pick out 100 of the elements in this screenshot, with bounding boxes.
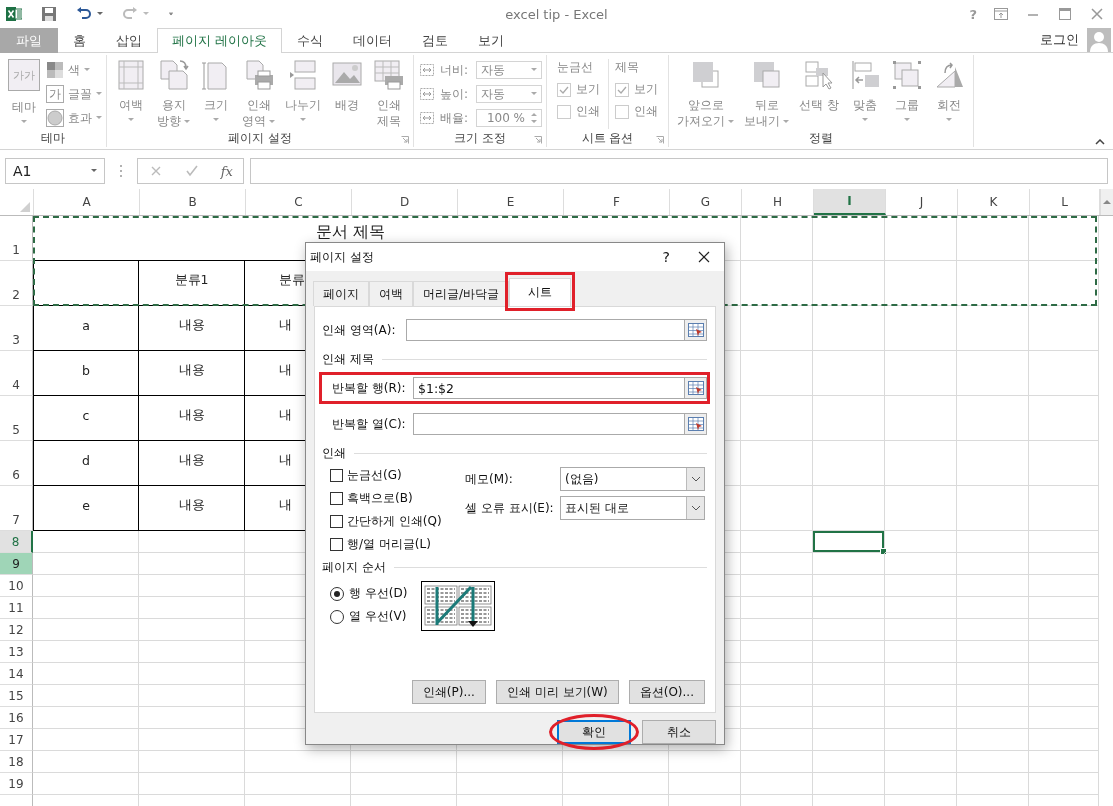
ribbon-button[interactable]: 가 글꼴	[46, 84, 102, 104]
scroll-up-icon[interactable]	[1103, 199, 1111, 204]
ribbon-button[interactable]: 인쇄 제목	[369, 59, 409, 129]
ribbon-button[interactable]: 회전	[928, 59, 969, 129]
range-select-button[interactable]	[685, 377, 707, 399]
launcher-icon[interactable]	[401, 136, 409, 144]
row-header[interactable]: 6	[0, 441, 33, 486]
insert-function-button[interactable]: fx	[220, 163, 233, 179]
dialog-button[interactable]: 인쇄 미리 보기(W)	[495, 680, 619, 704]
column-header[interactable]: B	[140, 189, 246, 215]
dialog-tab[interactable]: 페이지	[313, 281, 369, 306]
dialog-button[interactable]: 확인	[557, 720, 631, 744]
ribbon-button[interactable]: 그룹	[886, 59, 927, 129]
row-header[interactable]: 15	[0, 685, 33, 707]
dialog-button[interactable]: 인쇄(P)...	[411, 680, 486, 704]
ribbon-button[interactable]: 맞춤	[844, 59, 885, 129]
range-select-button[interactable]	[685, 413, 707, 435]
redo-icon[interactable]	[122, 6, 138, 22]
row-header[interactable]: 16	[0, 707, 33, 729]
scrollbar[interactable]	[1100, 189, 1113, 215]
ribbon-tab[interactable]: 데이터	[338, 28, 407, 53]
ribbon-button[interactable]: 가가 테마	[4, 59, 44, 129]
checkbox[interactable]: 보기	[615, 81, 658, 98]
row-header[interactable]: 9	[0, 553, 33, 575]
column-header[interactable]: A	[34, 189, 140, 215]
caret-icon[interactable]	[97, 12, 103, 16]
input-field[interactable]	[413, 413, 685, 435]
dropdown-field[interactable]: 자동	[476, 85, 542, 103]
column-header[interactable]: I	[814, 189, 886, 215]
radio-button[interactable]: 열 우선(V)	[330, 608, 408, 625]
ribbon-button[interactable]: 인쇄 영역	[238, 59, 279, 129]
ribbon-tab[interactable]: 검토	[407, 28, 463, 53]
row-header[interactable]: 18	[0, 751, 33, 773]
close-icon[interactable]	[698, 251, 710, 263]
row-header[interactable]: 12	[0, 619, 33, 641]
check-icon[interactable]	[184, 163, 201, 179]
dialog-tab[interactable]: 시트	[509, 278, 572, 306]
spinner-icon[interactable]	[531, 112, 537, 124]
ribbon-display-icon[interactable]	[993, 6, 1009, 22]
launcher-icon[interactable]	[534, 136, 542, 144]
ribbon-tab[interactable]: 수식	[282, 28, 338, 53]
dropdown-field[interactable]: 100 %	[476, 109, 542, 127]
range-select-button[interactable]	[685, 319, 707, 341]
ribbon-button[interactable]: 선택 창	[795, 59, 843, 129]
select-all-icon[interactable]	[20, 202, 30, 212]
row-header[interactable]: 14	[0, 663, 33, 685]
row-header[interactable]: 13	[0, 641, 33, 663]
ribbon-button[interactable]: 나누기	[281, 59, 325, 129]
row-header[interactable]: 17	[0, 729, 33, 751]
row-header[interactable]: 10	[0, 575, 33, 597]
ribbon-tab[interactable]: 홈	[58, 28, 101, 53]
checkbox[interactable]: 인쇄	[557, 103, 600, 120]
dialog-button[interactable]: 옵션(O)...	[628, 680, 705, 704]
row-header[interactable]: 2	[0, 261, 33, 306]
input-field[interactable]	[406, 319, 685, 341]
column-header[interactable]: J	[886, 189, 958, 215]
checkbox[interactable]: 보기	[557, 81, 600, 98]
customize-menu-icon[interactable]	[168, 12, 174, 16]
row-header[interactable]: 19	[0, 773, 33, 795]
save-icon[interactable]	[41, 6, 57, 22]
maximize-icon[interactable]	[1057, 6, 1073, 22]
radio-button[interactable]: 행 우선(D)	[330, 585, 408, 602]
column-header[interactable]: E	[458, 189, 564, 215]
input-field[interactable]: $1:$2	[413, 377, 685, 399]
undo-icon[interactable]	[76, 6, 92, 22]
fill-handle[interactable]	[880, 548, 887, 555]
chevron-down-icon[interactable]	[686, 468, 704, 490]
ribbon-button[interactable]: 여백	[111, 59, 151, 129]
dropdown[interactable]: 표시된 대로	[560, 496, 705, 520]
ribbon-button[interactable]: 앞으로 가져오기	[673, 59, 738, 129]
column-header[interactable]: K	[958, 189, 1030, 215]
chevron-down-icon[interactable]	[686, 497, 704, 519]
ribbon-button[interactable]: 뒤로 보내기	[740, 59, 793, 129]
dialog-tab[interactable]: 여백	[369, 281, 413, 306]
dialog-tab[interactable]: 머리글/바닥글	[413, 281, 510, 306]
collapse-ribbon-icon[interactable]	[1095, 139, 1105, 145]
avatar-icon[interactable]	[1087, 28, 1111, 52]
dropdown-field[interactable]: 자동	[476, 61, 542, 79]
checkbox[interactable]: 행/열 머리글(L)	[330, 536, 465, 553]
row-header[interactable]: 11	[0, 597, 33, 619]
row-header[interactable]: 4	[0, 351, 33, 396]
ribbon-button[interactable]: 배경	[327, 59, 367, 129]
row-header[interactable]: 5	[0, 396, 33, 441]
ribbon-button[interactable]: 색	[46, 60, 102, 80]
checkbox[interactable]: 인쇄	[615, 103, 658, 120]
row-header[interactable]: 3	[0, 306, 33, 351]
column-header[interactable]: G	[670, 189, 742, 215]
drag-handle-icon[interactable]	[119, 164, 123, 178]
name-box[interactable]: A1	[5, 158, 105, 184]
row-header[interactable]: 8	[0, 531, 33, 553]
column-header[interactable]: C	[246, 189, 352, 215]
help-button[interactable]: ?	[662, 249, 670, 265]
ribbon-button[interactable]: 용지 방향	[153, 59, 194, 129]
column-header[interactable]: F	[564, 189, 670, 215]
ribbon-button[interactable]: 크기	[196, 59, 236, 129]
dialog-button[interactable]: 취소	[642, 720, 716, 744]
formula-field[interactable]	[250, 158, 1108, 184]
dropdown[interactable]: (없음)	[560, 467, 705, 491]
ribbon-tab[interactable]: 페이지 레이아웃	[157, 28, 282, 53]
column-header[interactable]: D	[352, 189, 458, 215]
